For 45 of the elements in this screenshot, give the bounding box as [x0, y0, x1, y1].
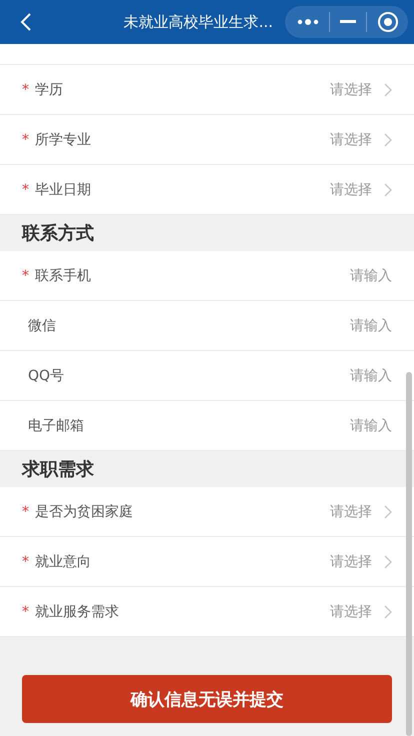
chevron-right-icon — [384, 504, 392, 518]
form-row[interactable]: 微信 请输入 — [0, 301, 414, 351]
form-row[interactable]: 电子邮箱 请输入 — [0, 401, 414, 451]
field-label: 毕业日期 — [35, 180, 91, 198]
form-row[interactable]: * 毕业日期 请选择 — [0, 165, 414, 215]
required-mark: * — [22, 182, 30, 198]
form-row[interactable]: * 是否为贫困家庭 请选择 — [0, 487, 414, 537]
field-label: 是否为贫困家庭 — [35, 502, 133, 520]
input-field[interactable]: 请输入 — [272, 368, 392, 384]
close-icon[interactable] — [377, 11, 399, 33]
chevron-right-icon — [384, 82, 392, 96]
more-icon[interactable] — [297, 18, 319, 26]
form-row[interactable]: * 就业服务需求 请选择 — [0, 587, 414, 637]
input-field[interactable]: 请输入 — [272, 418, 392, 434]
required-mark: * — [22, 132, 30, 148]
required-mark: * — [22, 554, 30, 570]
field-label: 所学专业 — [35, 130, 91, 148]
chevron-right-icon — [384, 182, 392, 196]
field-label: 微信 — [28, 316, 56, 334]
field-label: 电子邮箱 — [28, 416, 84, 434]
required-mark: * — [22, 268, 30, 284]
form-row[interactable]: * 就业意向 请选择 — [0, 537, 414, 587]
form-row[interactable]: * 联系手机 请输入 — [0, 251, 414, 301]
submit-button[interactable]: 确认信息无误并提交 — [22, 675, 392, 723]
form-row[interactable]: * 学历 请选择 — [0, 65, 414, 115]
required-mark: * — [22, 604, 30, 620]
chevron-right-icon — [384, 132, 392, 146]
field-label: 就业服务需求 — [35, 602, 119, 620]
section-title: 联系方式 — [22, 222, 94, 245]
required-mark: * — [22, 82, 30, 98]
form-row[interactable]: QQ号 请输入 — [0, 351, 414, 401]
minimize-icon[interactable] — [340, 20, 356, 24]
chevron-right-icon — [384, 604, 392, 618]
required-mark: * — [22, 504, 30, 520]
field-label: 学历 — [35, 80, 63, 98]
back-icon[interactable] — [20, 12, 32, 32]
section-title: 求职需求 — [22, 458, 94, 481]
page-title: 未就业高校毕业生求... — [124, 12, 273, 32]
input-field[interactable]: 请输入 — [272, 318, 392, 334]
field-label: 联系手机 — [35, 266, 91, 284]
field-label: 就业意向 — [35, 552, 91, 570]
form-row[interactable]: * 所学专业 请选择 — [0, 115, 414, 165]
input-field[interactable]: 请输入 — [272, 268, 392, 284]
field-label: QQ号 — [28, 366, 64, 384]
chevron-right-icon — [384, 554, 392, 568]
